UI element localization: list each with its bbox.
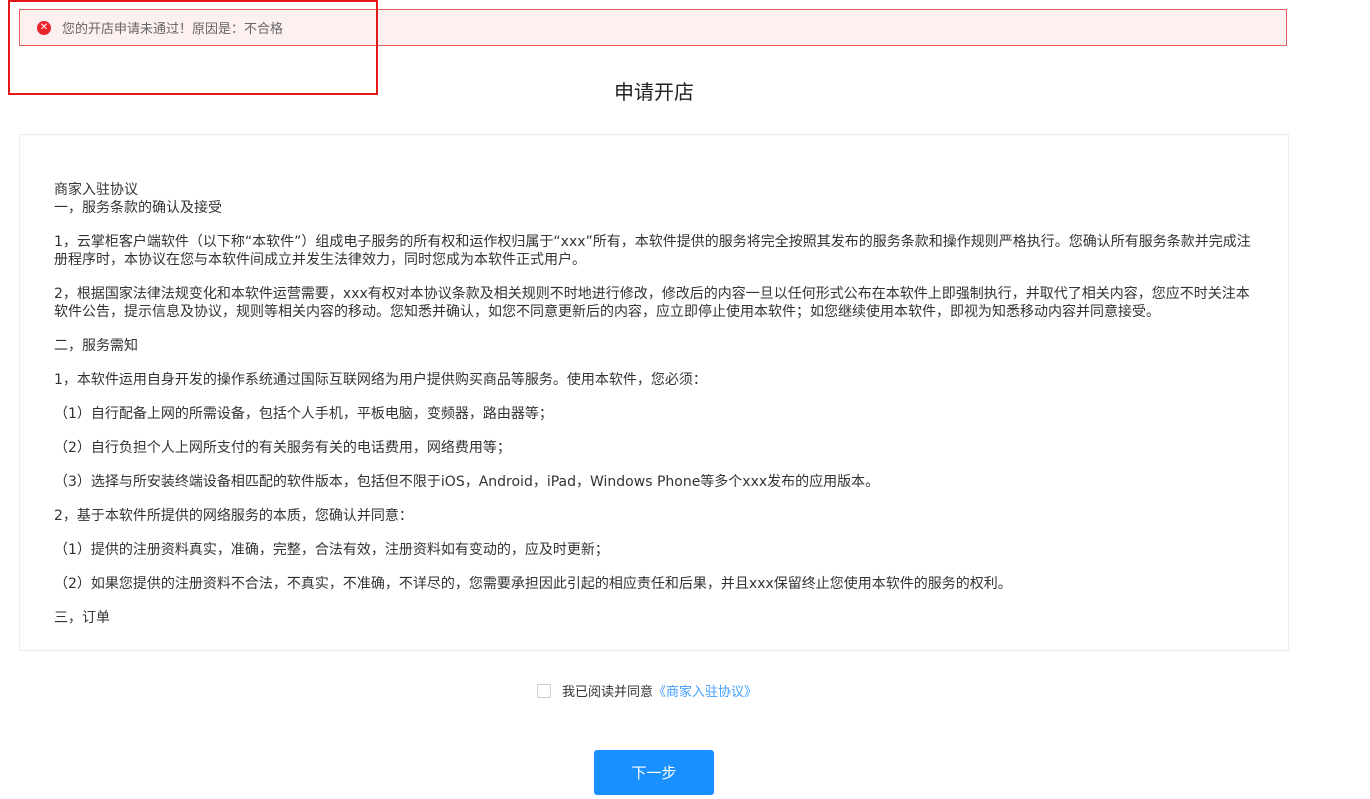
- agree-label: 我已阅读并同意: [562, 685, 654, 700]
- alert-message: 您的开店申请未通过！原因是：不合格: [62, 22, 284, 37]
- agreement-paragraph: （2）自行负担个人上网所支付的有关服务有关的电话费用，网络费用等；: [54, 440, 511, 456]
- page-title: 申请开店: [614, 80, 694, 104]
- agreement-paragraph: （1）自行配备上网的所需设备，包括个人手机，平板电脑，变频器，路由器等；: [54, 406, 553, 422]
- agree-checkbox[interactable]: [537, 683, 551, 698]
- agreement-paragraph: （3）选择与所安装终端设备相匹配的软件版本，包括但不限于iOS，Android，…: [54, 474, 880, 490]
- agreement-paragraph: 一，服务条款的确认及接受: [54, 200, 222, 216]
- agreement-paragraph: 2，根据国家法律法规变化和本软件运营需要，xxx有权对本协议条款及相关规则不时地…: [54, 286, 1250, 320]
- error-alert: ✕ 您的开店申请未通过！原因是：不合格: [19, 9, 1287, 46]
- page: ✕ 您的开店申请未通过！原因是：不合格 申请开店 商家入驻协议 一，服务条款的确…: [0, 0, 1370, 799]
- agreement-paragraph: 1，本软件运用自身开发的操作系统通过国际互联网络为用户提供购买商品等服务。使用本…: [54, 372, 707, 388]
- agreement-paragraph: （2）如果您提供的注册资料不合法，不真实，不准确，不详尽的，您需要承担因此引起的…: [54, 576, 1012, 592]
- next-step-button[interactable]: 下一步: [594, 750, 714, 795]
- agreement-paragraph: （1）提供的注册资料真实，准确，完整，合法有效，注册资料如有变动的，应及时更新；: [54, 542, 609, 558]
- agreement-link[interactable]: 《商家入驻协议》: [653, 681, 757, 700]
- agreement-paragraph: 三，订单: [54, 610, 110, 626]
- agreement-paragraph: 1，云掌柜客户端软件（以下称“本软件”）组成电子服务的所有权和运作权归属于“xx…: [54, 234, 1251, 268]
- agreement-paragraph: 2，基于本软件所提供的网络服务的本质，您确认并同意：: [54, 508, 413, 524]
- agreement-content: 商家入驻协议 一，服务条款的确认及接受 1，云掌柜客户端软件（以下称“本软件”）组…: [54, 181, 1259, 643]
- error-circle-icon: ✕: [37, 20, 51, 35]
- agreement-heading: 商家入驻协议: [54, 182, 138, 198]
- agreement-panel[interactable]: 商家入驻协议 一，服务条款的确认及接受 1，云掌柜客户端软件（以下称“本软件”）组…: [19, 134, 1289, 651]
- agree-row: 我已阅读并同意 《商家入驻协议》: [537, 681, 757, 700]
- agreement-paragraph: 二，服务需知: [54, 338, 138, 354]
